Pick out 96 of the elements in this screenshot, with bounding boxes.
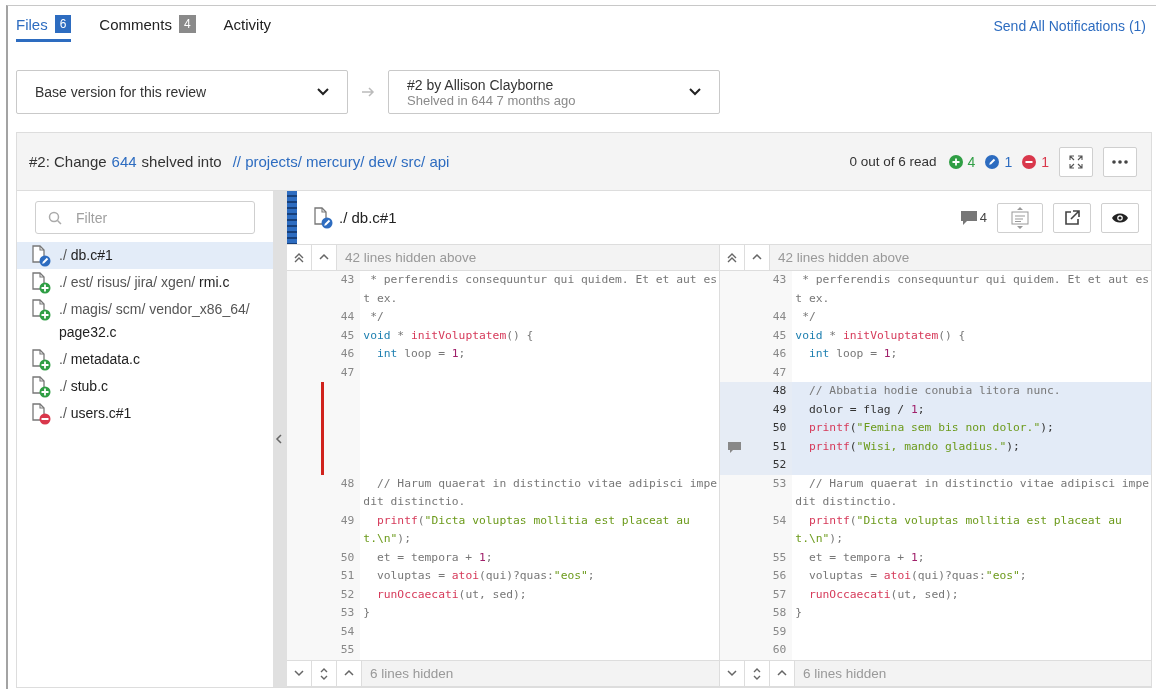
line-number: 53: [339, 605, 356, 621]
line-number: 51: [339, 568, 356, 584]
line-number: 55: [771, 549, 788, 566]
review-title: #2: Change: [29, 153, 107, 170]
line-number: 52: [771, 457, 788, 473]
count-badge: 6: [54, 15, 72, 33]
hidden-lines-label: 42 lines hidden above: [777, 250, 910, 265]
lines-icon: [1011, 206, 1029, 229]
version-title: Base version for this review: [35, 84, 207, 100]
search-icon: [48, 210, 62, 225]
expand-up-button[interactable]: [337, 661, 362, 686]
line-number: 55: [339, 642, 356, 658]
line-number: 43: [339, 272, 356, 288]
comment-icon[interactable]: [728, 441, 741, 454]
line-number: 49: [339, 512, 356, 529]
double-chevron-up-icon: [726, 251, 738, 264]
more-button[interactable]: [1103, 146, 1137, 177]
collapse-button[interactable]: [997, 202, 1043, 233]
tab[interactable]: Activity: [223, 15, 272, 42]
double-chevron-up-icon: [293, 251, 305, 264]
expand-up-button[interactable]: [770, 661, 795, 686]
change-count: 1: [1004, 153, 1013, 170]
file-plus-icon: [31, 299, 51, 321]
open-external-button[interactable]: [1053, 202, 1091, 233]
line-number: 47: [339, 364, 356, 381]
file-minus-icon: [31, 403, 51, 425]
chevron-down-icon: [689, 88, 701, 96]
review-title: shelved into: [141, 153, 222, 170]
external-link-icon: [1064, 209, 1080, 226]
speech-bubble-icon: [960, 210, 977, 225]
expand-down-button[interactable]: [720, 661, 745, 686]
line-number: 43: [771, 272, 788, 288]
line-number: 44: [771, 309, 788, 325]
expand-both-button[interactable]: [312, 661, 337, 686]
chevron-down-icon: [317, 88, 329, 96]
hidden-lines-label: 6 lines hidden: [369, 666, 454, 681]
expand-down-button[interactable]: [287, 661, 312, 686]
line-number: 54: [771, 512, 788, 529]
read-status: 0 out of 6 read: [849, 154, 937, 169]
line-number: 45: [339, 327, 356, 344]
line-number: 56: [771, 568, 788, 584]
line-number: 44: [339, 309, 356, 325]
version-title: #2 by Allison Clayborne: [407, 76, 555, 93]
file-pencil-icon: [313, 206, 333, 229]
line-number: 58: [771, 605, 788, 621]
line-number: 46: [339, 346, 356, 362]
expand-all-button[interactable]: [720, 245, 745, 270]
line-number: 49: [771, 401, 788, 418]
hidden-lines-label: 42 lines hidden above: [344, 250, 477, 265]
line-number: 50: [339, 549, 356, 566]
line-number: 47: [771, 364, 788, 381]
up-down-chevron-icon: [319, 666, 329, 681]
line-number: 52: [339, 586, 356, 603]
line-number: 57: [771, 586, 788, 603]
expand-both-button[interactable]: [745, 661, 770, 686]
file-plus-icon: [31, 349, 51, 371]
file-status-stripe: [287, 191, 297, 244]
line-number: 45: [771, 327, 788, 344]
change-count: 4: [967, 153, 976, 170]
tab[interactable]: Comments 4: [99, 15, 196, 42]
line-number: 51: [771, 438, 788, 455]
change-link[interactable]: 644: [111, 153, 137, 170]
expand-button[interactable]: [1059, 146, 1093, 177]
line-number: 53: [771, 475, 788, 492]
expand-all-button[interactable]: [287, 245, 312, 270]
file-name: ./ db.c#1: [339, 209, 397, 226]
line-number: 48: [771, 383, 788, 399]
version-subtitle: Shelved in 644 7 months ago: [407, 92, 576, 108]
line-number: 50: [771, 420, 788, 436]
depot-path-link[interactable]: // projects/ mercury/ dev/ src/ api: [232, 153, 450, 170]
change-count: 1: [1041, 153, 1049, 170]
up-down-chevron-icon: [752, 666, 762, 681]
comment-count: 4: [979, 210, 987, 225]
hidden-lines-label: 6 lines hidden: [802, 666, 887, 681]
expand-icon: [1069, 154, 1083, 169]
version-dropdown[interactable]: #2 by Allison Clayborne Shelved in 644 7 months ago: [388, 70, 720, 114]
file-link[interactable]: ./ metadata.c: [59, 348, 152, 371]
file-plus-icon: [31, 272, 51, 294]
arrow-right-icon: [361, 86, 375, 98]
line-number: 59: [771, 623, 788, 640]
file-link[interactable]: ./ stub.c: [59, 375, 121, 398]
version-dropdown[interactable]: Base version for this review: [16, 70, 348, 114]
count-badge: 4: [178, 15, 196, 33]
line-number: 54: [339, 623, 356, 640]
tab[interactable]: Files 6: [16, 15, 72, 42]
line-number: 48: [339, 475, 356, 492]
more-icon: [1112, 159, 1128, 164]
send-notifications-link[interactable]: Send All Notifications (1): [993, 6, 1146, 34]
eye-icon: [1111, 211, 1129, 224]
line-number: 60: [771, 642, 788, 658]
view-button[interactable]: [1101, 202, 1139, 233]
file-pencil-icon: [31, 245, 51, 267]
file-plus-icon: [31, 376, 51, 398]
line-number: 46: [771, 346, 788, 362]
file-link[interactable]: ./ est/ risus/ jira/ xgen/ rmi.c: [59, 271, 242, 294]
file-link[interactable]: ./ users.c#1: [59, 402, 144, 425]
